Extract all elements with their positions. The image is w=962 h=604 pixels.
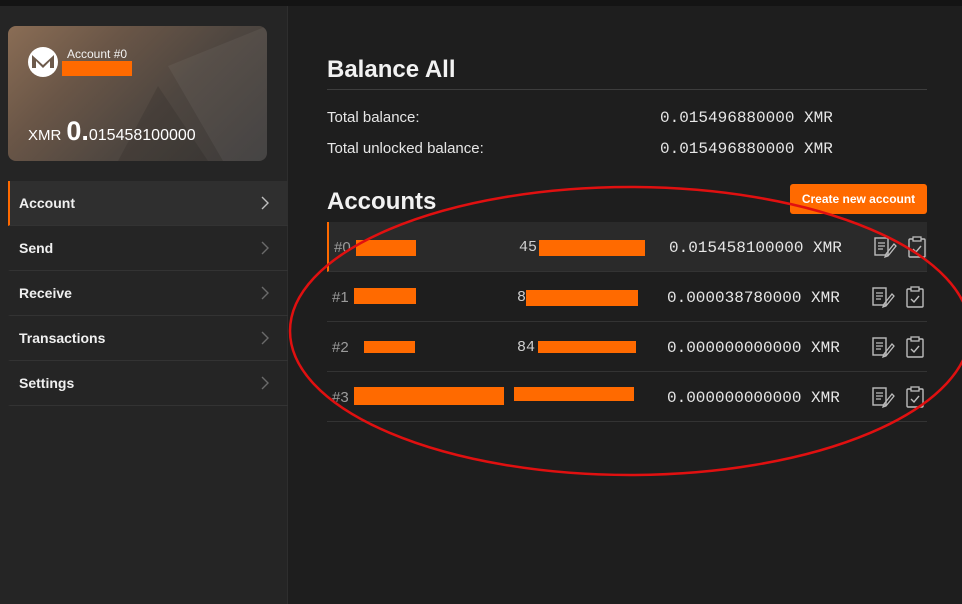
table-row[interactable]: #0 45 0.015458100000 XMR [327, 222, 927, 272]
card-balance: XMR 0. 015458100000 [28, 116, 196, 147]
heading-divider [327, 89, 927, 90]
address-redaction [538, 341, 636, 353]
sidebar-item-account[interactable]: Account [8, 181, 288, 226]
sidebar-item-settings[interactable]: Settings [8, 361, 288, 406]
sidebar-item-label: Receive [19, 285, 72, 301]
sidebar-nav: Account Send Receive Transactions Settin… [8, 181, 288, 406]
balance-all-heading: Balance All [327, 56, 456, 83]
account-index: #3 [332, 389, 349, 406]
card-balance-currency: XMR [28, 127, 62, 144]
card-balance-fraction: 015458100000 [88, 127, 196, 144]
sidebar-item-transactions[interactable]: Transactions [8, 316, 288, 361]
clipboard-copy-icon[interactable] [905, 235, 929, 259]
account-label-redacted [364, 341, 415, 353]
address-redaction [514, 387, 634, 401]
account-amount: 0.000000000000 XMR [667, 339, 840, 357]
address-redaction [526, 290, 638, 306]
account-amount: 0.000038780000 XMR [667, 289, 840, 307]
account-address: 45 [519, 239, 538, 256]
account-index: #1 [332, 289, 349, 306]
accounts-heading: Accounts [327, 188, 437, 215]
sidebar-item-label: Settings [19, 375, 75, 391]
clipboard-copy-icon[interactable] [903, 385, 927, 409]
sidebar-item-label: Account [19, 195, 75, 211]
clipboard-copy-icon[interactable] [903, 335, 927, 359]
total-balance-value: 0.015496880000 XMR [660, 109, 833, 127]
create-new-account-button[interactable]: Create new account [790, 184, 927, 214]
chevron-right-icon [261, 376, 269, 390]
unlocked-balance-value: 0.015496880000 XMR [660, 140, 833, 158]
table-row[interactable]: #2 84 0.000000000000 XMR [327, 322, 927, 372]
unlocked-balance-label: Total unlocked balance: [327, 140, 484, 157]
main-content: Balance All Total balance: 0.01549688000… [288, 6, 962, 604]
account-amount: 0.015458100000 XMR [669, 239, 842, 257]
edit-label-icon[interactable] [871, 285, 895, 309]
account-card[interactable]: Account #0 redacted XMR 0. 015458100000 [8, 26, 267, 161]
sidebar: Account #0 redacted XMR 0. 015458100000 … [0, 6, 288, 604]
account-label-redacted [354, 288, 416, 304]
card-balance-integer: 0. [66, 116, 89, 146]
chevron-right-icon [261, 331, 269, 345]
account-amount: 0.000000000000 XMR [667, 389, 840, 407]
account-address: 8 [517, 289, 527, 306]
table-row[interactable]: #3 0.000000000000 XMR [327, 372, 927, 422]
account-address: 84 [517, 339, 536, 356]
sidebar-item-label: Transactions [19, 330, 106, 346]
table-row[interactable]: #1 8 0.000038780000 XMR [327, 272, 927, 322]
edit-label-icon[interactable] [873, 235, 897, 259]
account-index: #0 [334, 239, 351, 256]
monero-logo-icon [28, 47, 58, 77]
clipboard-copy-icon[interactable] [903, 285, 927, 309]
edit-label-icon[interactable] [871, 385, 895, 409]
chevron-right-icon [261, 286, 269, 300]
account-label-redacted [354, 387, 504, 405]
account-label-redacted [356, 240, 416, 256]
sidebar-item-send[interactable]: Send [8, 226, 288, 271]
edit-label-icon[interactable] [871, 335, 895, 359]
address-redaction [539, 240, 645, 256]
chevron-right-icon [261, 196, 269, 210]
account-index: #2 [332, 339, 349, 356]
chevron-right-icon [261, 241, 269, 255]
card-account-name-redacted: redacted [62, 61, 132, 76]
accounts-table: #0 45 0.015458100000 XMR #1 8 0.00003878… [327, 222, 927, 422]
card-account-title: Account #0 [67, 47, 128, 61]
total-balance-label: Total balance: [327, 109, 420, 126]
sidebar-item-receive[interactable]: Receive [8, 271, 288, 316]
sidebar-item-label: Send [19, 240, 54, 256]
